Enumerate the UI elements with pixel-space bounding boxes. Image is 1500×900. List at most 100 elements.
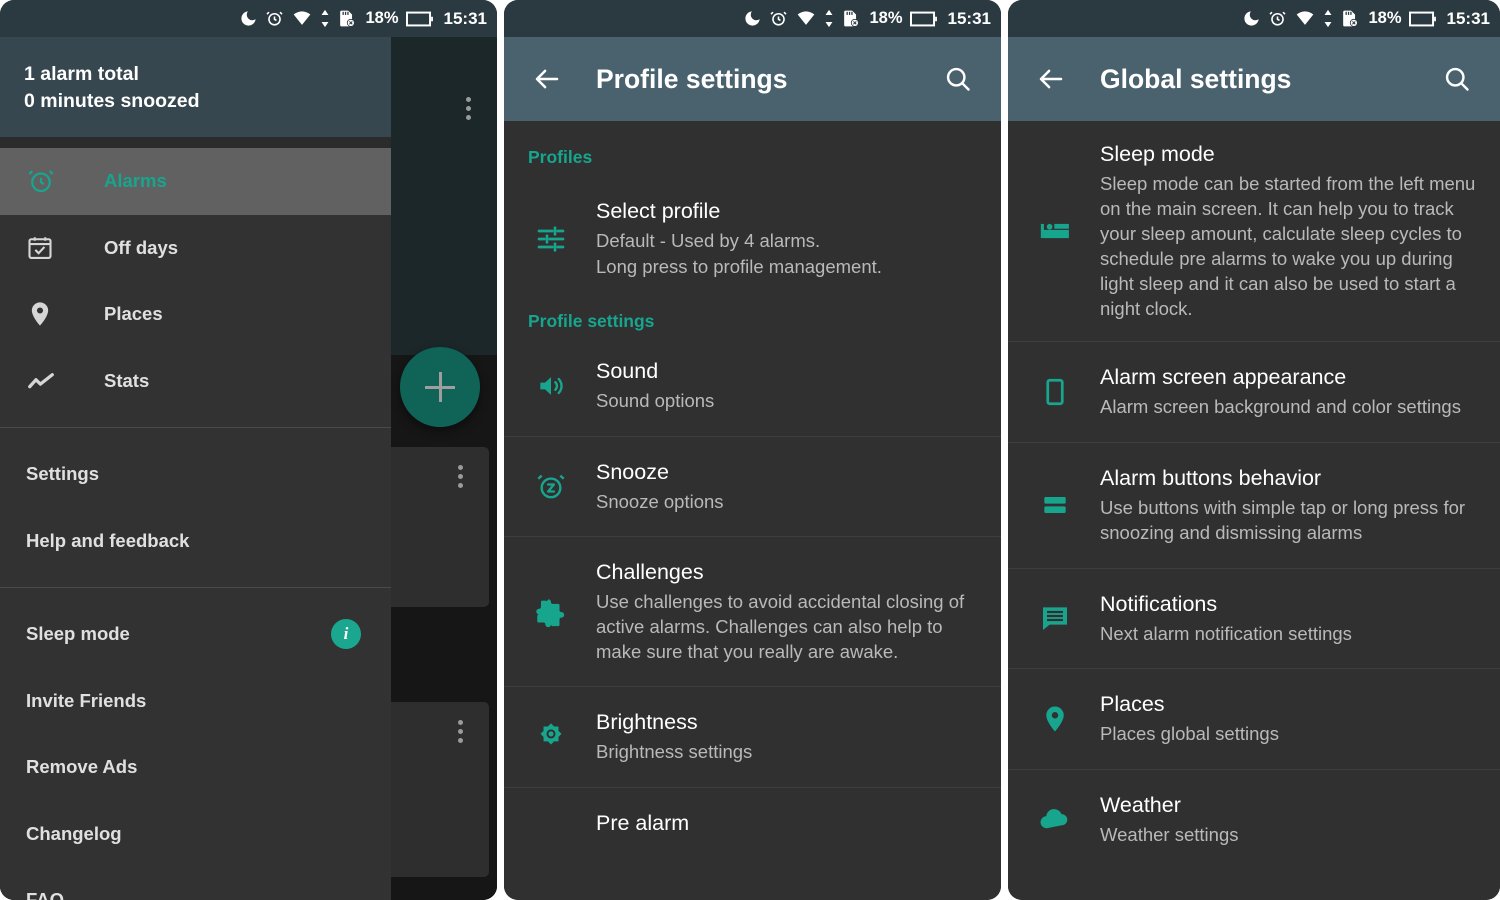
global-settings-list[interactable]: Sleep mode Sleep mode can be started fro… — [1008, 121, 1500, 900]
sidebar-item-label: Settings — [26, 463, 99, 485]
search-icon[interactable] — [937, 58, 979, 100]
drawer-divider — [0, 427, 391, 428]
add-alarm-fab[interactable] — [400, 347, 480, 427]
alarm-card-overflow-button[interactable] — [458, 465, 463, 488]
list-item-body: Challenges Use challenges to avoid accid… — [580, 559, 977, 664]
sidebar-item-faq[interactable]: FAQ — [0, 867, 391, 900]
sidebar-item-changelog[interactable]: Changelog — [0, 801, 391, 868]
phone-screen-profile-settings: 18% 15:31 Profile settings Profiles Sele… — [504, 0, 1001, 900]
list-item-subtitle: Next alarm notification settings — [1100, 622, 1352, 644]
list-item-subtitle: Sleep mode can be started from the left … — [1100, 173, 1476, 319]
alarm-card-overflow-button[interactable] — [458, 720, 463, 743]
list-item-places[interactable]: Places Places global settings — [1008, 668, 1500, 769]
wifi-icon — [291, 9, 313, 28]
status-bar: 18% 15:31 — [504, 0, 1001, 37]
sidebar-item-places[interactable]: Places — [0, 281, 391, 348]
sidebar-item-label: Stats — [104, 369, 150, 391]
list-item-title: Challenges — [596, 560, 704, 584]
list-item-select-profile[interactable]: Select profile Default - Used by 4 alarm… — [504, 168, 1001, 297]
battery-icon — [405, 11, 434, 27]
alarm-clock-icon — [265, 9, 284, 28]
list-item-notifications[interactable]: Notifications Next alarm notification se… — [1008, 567, 1500, 669]
sidebar-item-sleep-mode[interactable]: Sleep mode i — [0, 601, 391, 668]
list-item-subtitle: Default - Used by 4 alarms. Long press t… — [596, 230, 882, 277]
search-icon[interactable] — [1436, 58, 1478, 100]
list-item-challenges[interactable]: Challenges Use challenges to avoid accid… — [504, 536, 1001, 686]
list-item-body: Sleep mode Sleep mode can be started fro… — [1084, 141, 1476, 321]
map-pin-icon — [1026, 704, 1084, 734]
line-chart-icon — [26, 366, 66, 396]
list-item-weather[interactable]: Weather Weather settings — [1008, 768, 1500, 870]
sd-card-off-icon — [1340, 9, 1359, 28]
list-item-subtitle: Alarm screen background and color settin… — [1100, 396, 1461, 417]
list-item-sleep-mode[interactable]: Sleep mode Sleep mode can be started fro… — [1008, 121, 1500, 341]
list-item-title: Alarm buttons behavior — [1100, 465, 1322, 490]
list-item-title: Weather — [1100, 792, 1181, 817]
list-item-body: Pre alarm — [580, 810, 977, 837]
list-item-body: Alarm buttons behavior Use buttons with … — [1084, 465, 1476, 546]
toolbar-overflow-button[interactable] — [466, 97, 471, 120]
battery-percent-label: 18% — [365, 9, 399, 27]
buttons-icon — [1026, 489, 1084, 521]
sidebar-item-settings[interactable]: Settings — [0, 441, 391, 508]
toolbar: Global settings — [1008, 37, 1500, 121]
arrow-back-icon[interactable] — [1030, 58, 1072, 100]
list-item-subtitle: Brightness settings — [596, 741, 753, 762]
page-title: Profile settings — [596, 63, 788, 94]
drawer-divider — [0, 587, 391, 588]
battery-percent-label: 18% — [869, 9, 903, 27]
list-item-pre-alarm[interactable]: Pre alarm — [504, 786, 1001, 885]
sidebar-item-invite-friends[interactable]: Invite Friends — [0, 668, 391, 735]
list-item-snooze[interactable]: Snooze Snooze options — [504, 435, 1001, 537]
profile-settings-list[interactable]: Profiles Select profile Default - Used b… — [504, 121, 1001, 900]
list-item-body: Select profile Default - Used by 4 alarm… — [580, 198, 977, 279]
list-item-alarm-buttons-behavior[interactable]: Alarm buttons behavior Use buttons with … — [1008, 441, 1500, 568]
battery-icon — [909, 11, 938, 27]
info-icon[interactable]: i — [331, 619, 361, 650]
list-item-subtitle: Snooze options — [596, 490, 724, 512]
status-bar: 18% 15:31 — [0, 0, 497, 37]
data-transfer-arrows-icon — [824, 9, 834, 28]
list-item-body: Weather Weather settings — [1084, 792, 1476, 848]
battery-percent-label: 18% — [1368, 9, 1402, 27]
phone-screen-icon — [1026, 377, 1084, 407]
alarm-clock-icon — [26, 166, 66, 196]
sidebar-item-alarms[interactable]: Alarms — [0, 148, 391, 215]
sidebar-item-off-days[interactable]: Off days — [0, 215, 391, 282]
clock-label: 15:31 — [1446, 8, 1490, 28]
do-not-disturb-moon-icon — [1242, 9, 1261, 28]
sidebar-item-remove-ads[interactable]: Remove Ads — [0, 734, 391, 801]
wifi-icon — [1294, 9, 1316, 28]
phone-screen-alarms-drawer: 18% 15:31 1 alarm total 0 minutes snooze… — [0, 0, 497, 900]
section-header-profile-settings: Profile settings — [528, 311, 655, 331]
list-item-title: Brightness — [596, 710, 698, 734]
list-item-sound[interactable]: Sound Sound options — [504, 332, 1001, 436]
list-item-alarm-screen-appearance[interactable]: Alarm screen appearance Alarm screen bac… — [1008, 341, 1500, 442]
arrow-back-icon[interactable] — [526, 58, 568, 100]
list-item-brightness[interactable]: Brightness Brightness settings — [504, 686, 1001, 787]
list-item-title: Places — [1100, 692, 1165, 716]
sidebar-item-stats[interactable]: Stats — [0, 348, 391, 415]
list-item-subtitle: Use challenges to avoid accidental closi… — [596, 591, 965, 662]
list-item-subtitle: Sound options — [596, 390, 715, 411]
list-item-title: Snooze — [596, 459, 669, 484]
status-bar: 18% 15:31 — [1008, 0, 1500, 37]
phone-screen-global-settings: 18% 15:31 Global settings Sleep mode Sle… — [1008, 0, 1500, 900]
sidebar-item-help-and-feedback[interactable]: Help and feedback — [0, 508, 391, 575]
sidebar-item-label: Off days — [104, 236, 179, 258]
wifi-icon — [795, 9, 817, 28]
list-item-title: Pre alarm — [596, 810, 690, 835]
tune-sliders-icon — [522, 223, 580, 255]
data-transfer-arrows-icon — [320, 9, 330, 28]
sidebar-item-label: FAQ — [26, 889, 65, 900]
message-icon — [1026, 602, 1084, 634]
brightness-icon — [522, 721, 580, 753]
volume-up-icon — [522, 370, 580, 402]
list-item-subtitle: Use buttons with simple tap or long pres… — [1100, 496, 1466, 544]
battery-icon — [1408, 11, 1437, 27]
toolbar: Profile settings — [504, 37, 1001, 121]
bed-icon — [1026, 214, 1084, 248]
section-header-profiles: Profiles — [528, 147, 593, 167]
list-item-title: Sleep mode — [1100, 142, 1215, 166]
sidebar-item-label: Help and feedback — [26, 529, 190, 551]
